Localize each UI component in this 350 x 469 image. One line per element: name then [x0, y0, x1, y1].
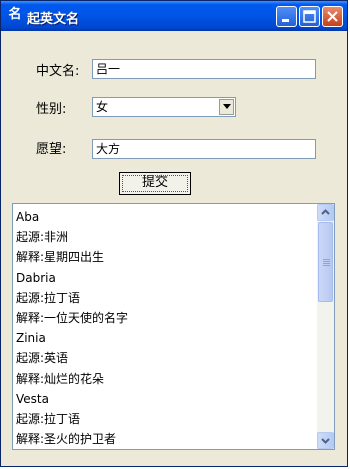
list-item: 起源:非洲 — [16, 230, 69, 245]
list-item: 起源:英语 — [16, 351, 69, 366]
list-item: 起源:拉丁语 — [16, 411, 81, 426]
list-item: Aba — [16, 210, 40, 224]
dropdown-button[interactable] — [219, 99, 234, 115]
maximize-button[interactable] — [299, 6, 320, 27]
list-item: Zinia — [16, 331, 46, 346]
window-title: 起英文名 — [27, 12, 80, 27]
scroll-up-button[interactable] — [317, 204, 334, 221]
title-bar[interactable]: 名 起英文名 — [1, 1, 347, 31]
gender-select[interactable]: 女 — [92, 97, 236, 117]
results-listbox[interactable]: Aba 起源:非洲 解释:星期四出生 Dabria 起源:拉丁语 解释:一位天使的名字 Zi… — [12, 203, 335, 450]
submit-button[interactable]: 提交 — [119, 172, 191, 195]
list-item: Dabria — [16, 270, 56, 285]
results-list: Aba 起源:非洲 解释:星期四出生 Dabria 起源:拉丁语 解释:一位天使的名字 Zi… — [16, 207, 314, 449]
gender-label: 性别: — [36, 102, 67, 117]
close-button[interactable] — [322, 6, 343, 27]
chevron-up-icon — [321, 209, 330, 215]
chinese-name-input[interactable]: 吕一 — [92, 59, 316, 79]
list-item: 起源:拉丁语 — [16, 290, 81, 305]
wish-input[interactable]: 大方 — [92, 139, 316, 159]
list-item: 解释:星期四出生 — [16, 250, 105, 265]
gender-selected-value: 女 — [96, 100, 109, 114]
list-item: 解释:一位天使的名字 — [16, 310, 129, 325]
list-item: 解释:圣火的护卫者 — [16, 432, 117, 447]
chevron-down-icon — [223, 104, 231, 109]
list-item: Vesta — [16, 391, 49, 406]
vertical-scrollbar[interactable] — [317, 204, 334, 449]
minimize-icon — [282, 19, 289, 22]
chevron-down-icon — [321, 438, 330, 444]
scroll-down-button[interactable] — [317, 432, 334, 449]
maximize-icon — [303, 10, 316, 23]
app-window: 名 起英文名 中文名: 吕一 性别: 女 愿望: 大方 提交 Aba 起源:非洲… — [0, 0, 348, 467]
close-icon — [327, 11, 338, 22]
app-icon: 名 — [8, 7, 22, 22]
scroll-thumb[interactable] — [318, 222, 333, 302]
list-item: 解释:灿烂的花朵 — [16, 371, 105, 386]
minimize-button[interactable] — [276, 6, 297, 27]
chinese-name-label: 中文名: — [36, 64, 80, 79]
wish-label: 愿望: — [36, 142, 67, 157]
